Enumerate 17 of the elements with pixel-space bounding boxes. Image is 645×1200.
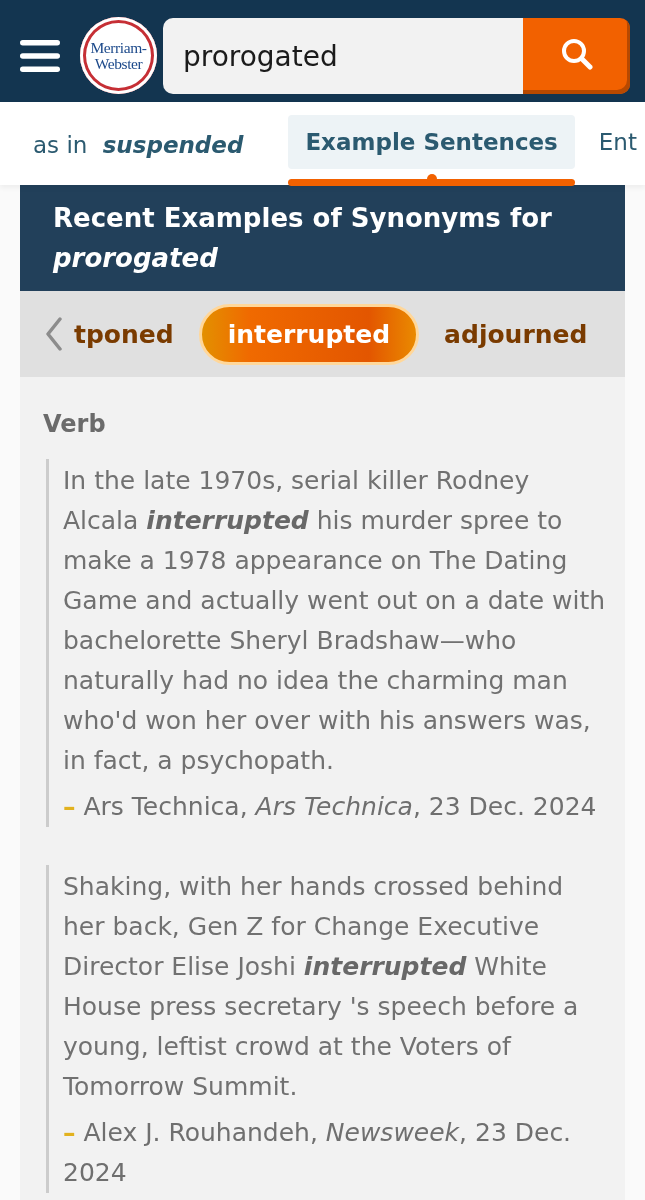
logo[interactable]: Merriam-Webster [80,17,157,94]
part-of-speech: Verb [43,409,107,440]
search-field[interactable]: prorogated [163,18,523,94]
example-sentence: In the late 1970s, serial killer Rodney Alcala interrupted his murder spree to make a 1978 appearance on The Dating Game and actually went out on a date with bachelorette Sheryl Bradshaw—who naturally had no idea the charming man who'd won her over with his answers was, in fact, a psychopath. [63,465,607,777]
section-title: Recent Examples of Synonyms for prorogated [53,202,553,275]
sense-link[interactable]: as in suspended [33,115,244,175]
chevron-left-icon[interactable] [45,317,63,351]
example-source: – Alex J. Rouhandeh, Newsweek, 23 Dec. 2024 [63,1117,573,1189]
section-tab[interactable]: Ent [595,115,640,169]
menu-icon[interactable] [20,40,60,72]
search-icon [560,38,593,70]
example-sentence: Shaking, with her hands crossed behind her back, Gen Z for Change Executive Director Elise Joshi interrupted White House press secretary 's speech before a young, leftist crowd at the Voters of Tomorrow Summit. [63,871,580,1103]
synonym-chip[interactable]: tponed [71,303,177,365]
synonym-chip[interactable]: adjourned [441,303,591,365]
section-tab[interactable]: Example Sentences [288,115,575,169]
search-button[interactable] [523,18,630,94]
example-source: – Ars Technica, Ars Technica, 23 Dec. 2024 [63,791,598,823]
